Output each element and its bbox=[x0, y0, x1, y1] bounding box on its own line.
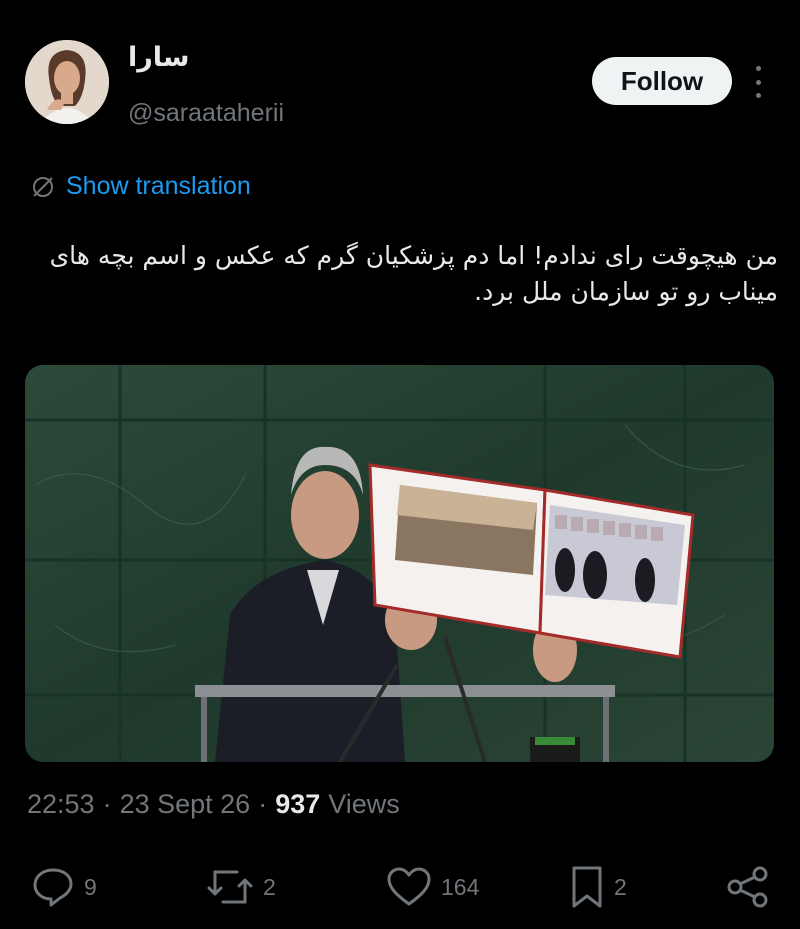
meta-separator: · bbox=[102, 789, 112, 819]
bookmark-button[interactable]: 2 bbox=[568, 864, 627, 910]
tweet-actions-bar: 9 2 164 2 bbox=[0, 858, 800, 918]
more-options-icon[interactable] bbox=[750, 66, 766, 98]
avatar[interactable] bbox=[25, 40, 109, 124]
author-display-name[interactable]: سارا bbox=[128, 42, 190, 73]
meta-separator: · bbox=[258, 789, 268, 819]
reply-count: 9 bbox=[84, 873, 97, 900]
views-count: 937 bbox=[275, 789, 321, 819]
reply-button[interactable]: 9 bbox=[30, 864, 97, 910]
repost-icon bbox=[207, 870, 253, 904]
un-speech-photo bbox=[25, 365, 774, 762]
share-button[interactable] bbox=[725, 864, 771, 910]
bookmark-icon bbox=[572, 866, 602, 908]
bookmark-count: 2 bbox=[614, 873, 627, 900]
repost-count: 2 bbox=[263, 873, 276, 900]
show-translation-label: Show translation bbox=[66, 172, 251, 200]
author-handle[interactable]: @saraataherii bbox=[128, 99, 284, 128]
like-button[interactable]: 164 bbox=[385, 864, 479, 910]
globe-slash-icon bbox=[33, 176, 53, 197]
avatar-image bbox=[25, 40, 109, 124]
reply-icon bbox=[33, 868, 73, 907]
tweet-date: 23 Sept 26 bbox=[119, 789, 251, 819]
share-icon bbox=[727, 866, 768, 908]
tweet-meta: 22:53 · 23 Sept 26 · 937 Views bbox=[27, 789, 400, 820]
views-label: Views bbox=[328, 789, 400, 819]
tweet-time: 22:53 bbox=[27, 789, 95, 819]
tweet-text: من هیچوقت رای ندادم! اما دم پزشکیان گرم … bbox=[49, 241, 778, 306]
follow-button[interactable]: Follow bbox=[592, 57, 732, 105]
heart-icon bbox=[387, 867, 431, 906]
like-count: 164 bbox=[441, 873, 480, 900]
tweet-media-image[interactable] bbox=[25, 365, 774, 762]
show-translation-link[interactable]: Show translation bbox=[30, 172, 251, 201]
repost-button[interactable]: 2 bbox=[205, 864, 276, 910]
